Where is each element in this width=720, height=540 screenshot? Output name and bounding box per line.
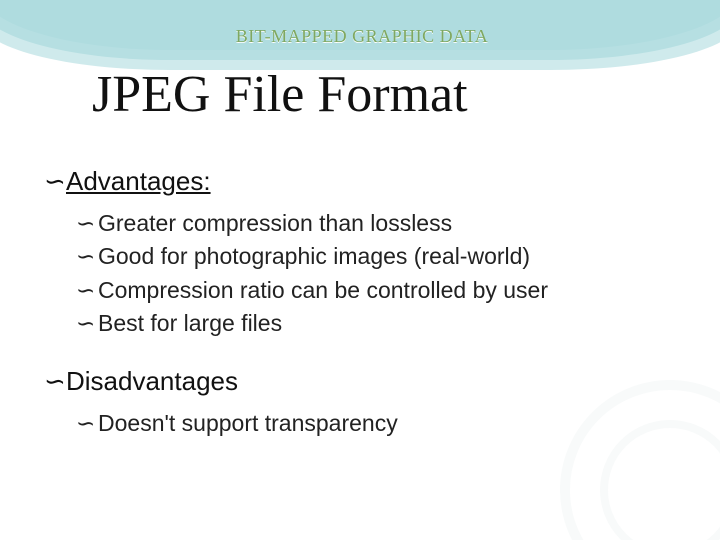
list-item: ∽ Greater compression than lossless [76,207,680,240]
bullet-icon: ∽ [44,367,60,397]
list-item-text: Best for large files [98,307,282,340]
list-item-text: Doesn't support transparency [98,407,398,440]
slide: BIT-MAPPED GRAPHIC DATA JPEG File Format… [0,0,720,540]
section-heading-text: Disadvantages [66,366,238,397]
section-disadvantages: ∽ Disadvantages ∽ Doesn't support transp… [44,366,680,440]
bullet-icon: ∽ [76,307,92,340]
slide-title: JPEG File Format [92,65,680,124]
section-heading: ∽ Advantages: [44,166,680,197]
list-item-text: Greater compression than lossless [98,207,452,240]
bullet-icon: ∽ [76,274,92,307]
bullet-icon: ∽ [76,207,92,240]
section-items: ∽ Greater compression than lossless ∽ Go… [44,207,680,340]
section-heading: ∽ Disadvantages [44,366,680,397]
list-item: ∽ Best for large files [76,307,680,340]
section-items: ∽ Doesn't support transparency [44,407,680,440]
list-item: ∽ Compression ratio can be controlled by… [76,274,680,307]
bullet-icon: ∽ [44,167,60,197]
list-item-text: Compression ratio can be controlled by u… [98,274,548,307]
bullet-icon: ∽ [76,407,92,440]
section-heading-text: Advantages: [66,166,211,197]
list-item-text: Good for photographic images (real-world… [98,240,530,273]
section-advantages: ∽ Advantages: ∽ Greater compression than… [44,166,680,340]
list-item: ∽ Doesn't support transparency [76,407,680,440]
slide-kicker: BIT-MAPPED GRAPHIC DATA [44,26,680,47]
list-item: ∽ Good for photographic images (real-wor… [76,240,680,273]
bullet-icon: ∽ [76,240,92,273]
